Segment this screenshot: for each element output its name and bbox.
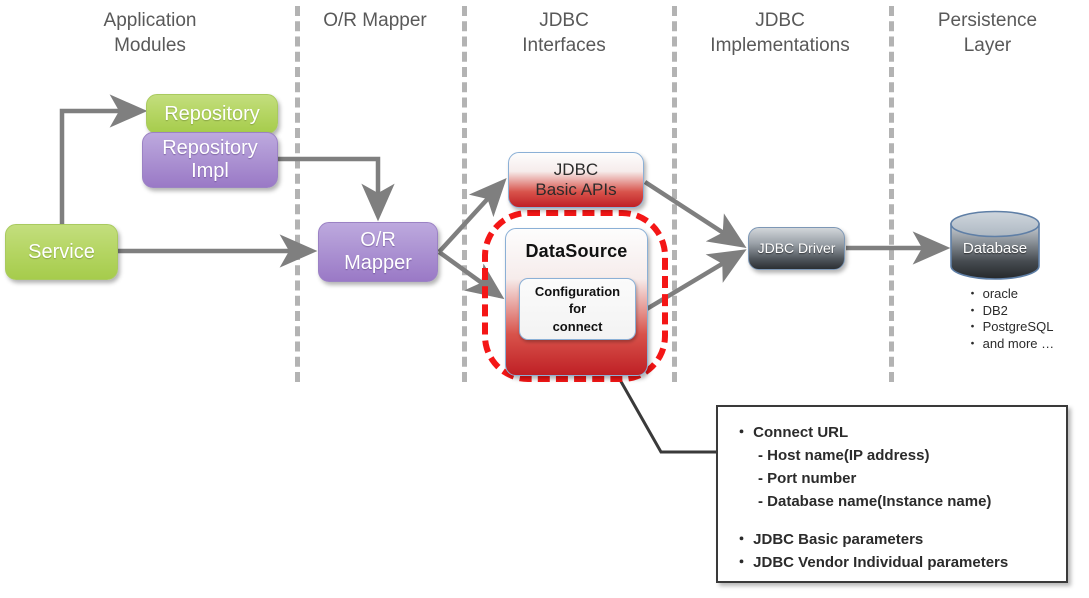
callout-line-host-name: - Host name(IP address) [758, 447, 930, 464]
arrow-service-to-repository [59, 94, 148, 224]
node-jdbc-driver[interactable]: JDBC Driver [748, 227, 845, 270]
column-header-line: Persistence [937, 10, 1038, 31]
column-header-line: Modules [114, 35, 186, 56]
column-separator-2 [462, 6, 467, 382]
callout-line-database-name: - Database name(Instance name) [758, 493, 992, 510]
column-header-application-modules: Application Modules [60, 8, 240, 58]
callout-line-jdbc-basic-parameters: ・ JDBC Basic parameters [734, 531, 924, 548]
callout-leader-line [617, 377, 716, 454]
column-separator-4 [889, 6, 894, 382]
column-header-line: Implementations [710, 35, 850, 56]
node-service-label: Service [28, 240, 95, 263]
node-repository[interactable]: Repository [146, 94, 278, 134]
node-datasource-title: DataSource [525, 241, 628, 261]
database-cylinder-icon [950, 210, 1040, 280]
configuration-label-line1: Configuration [534, 283, 621, 299]
configuration-label-line2: for [568, 301, 587, 317]
callout-line-jdbc-vendor-parameters: ・ JDBC Vendor Individual parameters [734, 554, 1009, 571]
callout-spacer [734, 513, 1066, 528]
column-header-jdbc-interfaces: JDBC Interfaces [474, 8, 654, 58]
node-repository-impl-label-line2: Impl [191, 160, 229, 182]
column-header-line: O/R Mapper [323, 10, 427, 31]
column-header-line: Layer [963, 35, 1012, 56]
diagram-canvas: Application Modules O/R Mapper JDBC Inte… [0, 0, 1089, 598]
configuration-label-line3: connect [552, 318, 603, 334]
database-vendor-list: ・ oracle ・ DB2 ・ PostgreSQL ・ and more … [966, 286, 1086, 352]
node-repository-impl[interactable]: Repository Impl [142, 132, 278, 188]
column-header-line: JDBC [539, 10, 589, 31]
connection-parameters-callout: ・ Connect URL - Host name(IP address) - … [716, 405, 1068, 583]
column-separator-1 [295, 6, 300, 382]
node-configuration-for-connect[interactable]: Configuration for connect [519, 278, 636, 340]
column-separator-3 [672, 6, 677, 382]
node-database[interactable]: Database [949, 210, 1041, 280]
column-header-line: Interfaces [522, 35, 606, 56]
node-repository-label: Repository [164, 102, 260, 125]
callout-line-port-number: - Port number [758, 470, 857, 487]
node-jdbc-driver-label: JDBC Driver [757, 240, 836, 257]
callout-line-connect-url: ・ Connect URL [734, 424, 849, 441]
node-or-mapper[interactable]: O/R Mapper [318, 222, 438, 282]
node-or-mapper-label-line2: Mapper [344, 252, 412, 274]
column-header-persistence-layer: Persistence Layer [900, 8, 1075, 58]
arrow-repository-impl-to-or-mapper [277, 156, 395, 222]
node-repository-impl-label-line1: Repository [162, 137, 258, 159]
node-jdbc-basic-apis-label-line1: JDBC [553, 160, 599, 180]
database-vendor-item: ・ PostgreSQL [966, 319, 1054, 334]
database-vendor-item: ・ and more … [966, 335, 1055, 351]
node-datasource[interactable]: DataSource Configuration for connect [505, 228, 648, 376]
column-header-jdbc-implementations: JDBC Implementations [680, 8, 880, 58]
column-header-line: JDBC [755, 10, 805, 31]
node-jdbc-basic-apis[interactable]: JDBC Basic APIs [508, 152, 644, 208]
node-or-mapper-label-line1: O/R [360, 229, 396, 251]
column-header-line: Application [103, 10, 197, 31]
column-header-or-mapper: O/R Mapper [285, 8, 465, 33]
node-service[interactable]: Service [5, 224, 118, 280]
database-vendor-item: ・ DB2 [966, 302, 1008, 318]
node-jdbc-basic-apis-label-line2: Basic APIs [535, 180, 617, 199]
database-vendor-item: ・ oracle [966, 286, 1019, 301]
